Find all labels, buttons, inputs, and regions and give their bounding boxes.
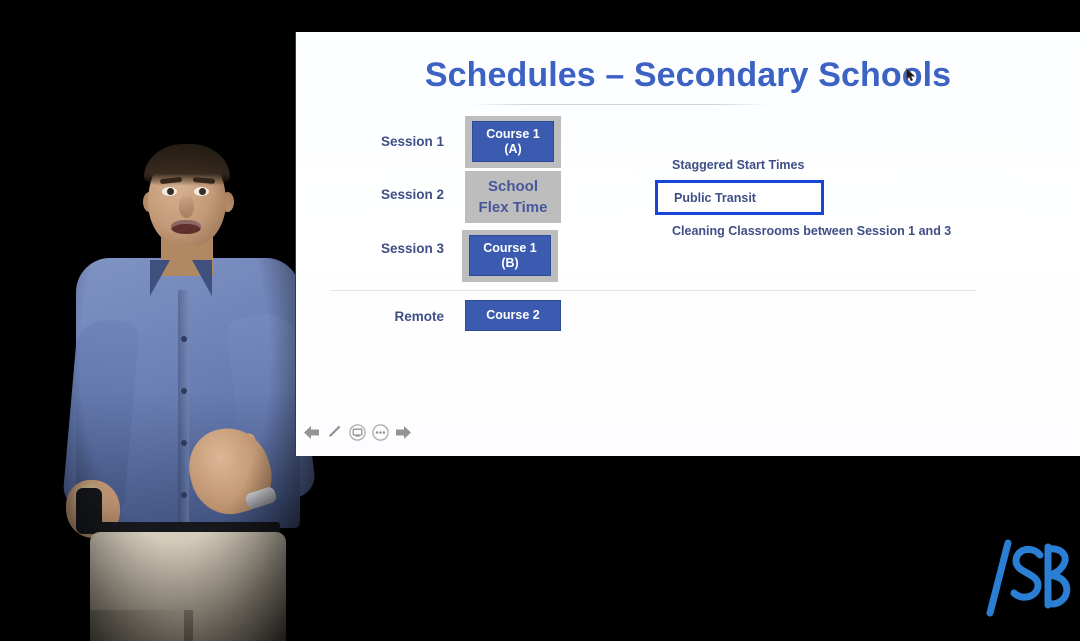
session-1-course-line-1: Course 1 [486,126,540,141]
remote-course-line-1: Course 2 [486,308,540,322]
previous-slide-icon[interactable] [302,423,320,441]
row-label-remote: Remote [394,309,444,324]
presenter-hair [144,144,230,186]
section-divider [330,290,976,291]
shirt-button [181,388,187,394]
video-frame: Schedules – Secondary Schools Session 1 … [0,0,1080,641]
session-3-course-line-1: Course 1 [483,240,537,255]
presenter-trousers-shading [90,610,190,641]
presenter-eye [162,187,177,196]
session-2-flex-time-box[interactable]: School Flex Time [465,171,561,223]
shirt-button [181,492,187,498]
presentation-slide[interactable]: Schedules – Secondary Schools Session 1 … [296,32,1080,456]
shirt-button [181,440,187,446]
note-cleaning-classrooms: Cleaning Classrooms between Session 1 an… [672,224,952,238]
presenter-collar-left [150,260,170,296]
presenter-leg-separation [184,610,193,641]
row-label-session-1: Session 1 [380,134,444,149]
presenter-collar-right [192,260,212,296]
vsb-watermark-logo [978,535,1074,623]
row-label-session-2: Session 2 [380,187,444,202]
monitor-icon[interactable] [348,423,366,441]
session-3-course-line-2: (B) [501,255,519,270]
note-staggered-start-times: Staggered Start Times [672,158,805,172]
remote-course-box[interactable]: Course 2 [465,300,561,331]
session-1-course-box[interactable]: Course 1 (A) [472,121,554,162]
note-public-transit-label: Public Transit [674,190,756,205]
session-2-line-1: School [487,178,538,195]
note-public-transit-highlighted[interactable]: Public Transit [655,180,824,215]
presenter-nose [179,196,194,218]
shirt-button [181,336,187,342]
session-1-course-line-2: (A) [504,141,522,156]
presenter-mouth [171,220,201,234]
presenter-figure [16,116,334,641]
session-3-course-box[interactable]: Course 1 (B) [469,235,551,276]
pen-icon[interactable] [325,423,343,441]
presenter-eye [194,187,209,196]
ellipsis-icon[interactable] [371,423,389,441]
slide-title: Schedules – Secondary Schools [424,56,952,94]
session-2-line-2: Flex Time [478,199,548,216]
title-underline [470,104,770,105]
next-slide-icon[interactable] [394,423,412,441]
row-label-session-3: Session 3 [380,241,444,256]
slideshow-toolbar[interactable] [302,422,412,442]
